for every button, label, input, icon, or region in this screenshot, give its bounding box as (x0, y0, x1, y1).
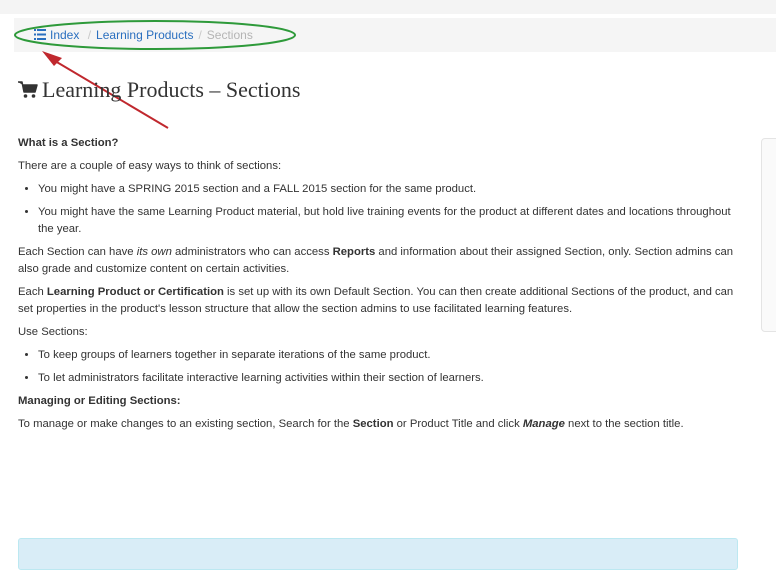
breadcrumb-learning-products-link[interactable]: Learning Products (96, 28, 193, 42)
managing-text-d: Manage (522, 418, 565, 430)
page-title: Learning Products – Sections (18, 76, 300, 104)
breadcrumb-separator: / (87, 28, 92, 42)
use-sections-label: Use Sections: (18, 326, 88, 338)
admins-text-d: Reports (332, 246, 376, 258)
default-section-paragraph: Each Learning Product or Certification i… (18, 284, 738, 318)
list-icon (34, 29, 46, 40)
list-item: To let administrators facilitate interac… (38, 370, 738, 387)
managing-paragraph: To manage or make changes to an existing… (18, 416, 738, 433)
uses-list: To keep groups of learners together in s… (18, 347, 738, 387)
section-help-content: What is a Section? There are a couple of… (18, 135, 738, 439)
intro-paragraph: There are a couple of easy ways to think… (18, 160, 282, 172)
breadcrumb: Index / Learning Products / Sections (14, 18, 776, 52)
shopping-cart-icon (18, 81, 38, 98)
managing-sections-heading: Managing or Editing Sections: (18, 395, 181, 407)
managing-text-b: Section (352, 418, 394, 430)
default-text-b: Learning Product or Certification (46, 286, 224, 298)
info-alert-box (18, 538, 738, 570)
breadcrumb-current: Sections (206, 28, 253, 42)
top-strip (0, 0, 776, 14)
managing-text-c: or Product Title and click (393, 418, 523, 430)
default-text-a: Each (18, 286, 47, 298)
annotation-arrow-head (42, 51, 62, 66)
admins-text-a: Each Section can have (18, 246, 137, 258)
list-item: You might have a SPRING 2015 section and… (38, 181, 738, 198)
admins-text-b: its own (136, 246, 172, 258)
admins-paragraph: Each Section can have its own administra… (18, 244, 738, 278)
breadcrumb-index-label: Index (50, 28, 80, 42)
page-title-text: Learning Products – Sections (42, 77, 301, 102)
what-is-section-heading: What is a Section? (18, 137, 119, 149)
list-item: To keep groups of learners together in s… (38, 347, 738, 364)
admins-text-c: administrators who can access (171, 246, 333, 258)
breadcrumb-index-link[interactable]: Index (34, 28, 83, 42)
managing-text-a: To manage or make changes to an existing… (18, 418, 353, 430)
list-item: You might have the same Learning Product… (38, 204, 738, 238)
side-panel (761, 138, 776, 332)
breadcrumb-separator: / (198, 28, 202, 42)
managing-text-e: next to the section title. (564, 418, 684, 430)
ways-list: You might have a SPRING 2015 section and… (18, 181, 738, 238)
